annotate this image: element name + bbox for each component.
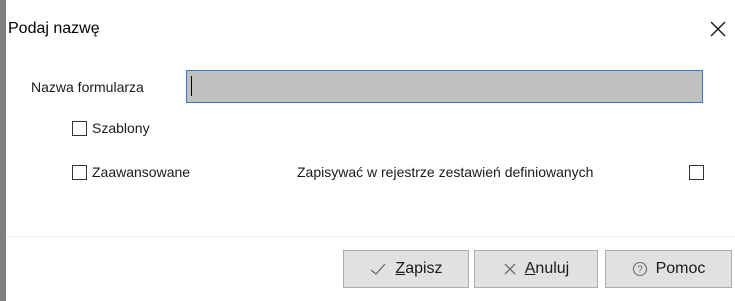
text-caret [191, 76, 192, 96]
registry-label[interactable]: Zapisywać w rejestrze zestawień definiow… [297, 164, 593, 180]
help-label: Pomoc [655, 260, 706, 277]
advanced-label[interactable]: Zaawansowane [92, 164, 190, 180]
x-icon [503, 262, 517, 276]
cancel-button[interactable]: Anuluj [474, 250, 598, 288]
svg-text:?: ? [637, 265, 643, 276]
cancel-mnemonic: A [524, 260, 536, 277]
registry-checkbox[interactable] [689, 165, 704, 180]
help-button[interactable]: ? Pomoc [605, 250, 732, 288]
templates-label[interactable]: Szablony [92, 120, 150, 136]
close-icon[interactable] [707, 18, 729, 40]
dialog-title: Podaj nazwę [8, 20, 100, 37]
templates-checkbox[interactable] [72, 121, 87, 136]
help-circle-icon: ? [632, 261, 648, 277]
save-button[interactable]: Zapisz [343, 250, 469, 288]
check-icon [369, 262, 387, 276]
save-mnemonic: Z [395, 260, 406, 277]
form-name-input[interactable] [186, 70, 703, 103]
save-label: apisz [405, 260, 443, 277]
footer-divider [6, 236, 735, 237]
window-left-border [0, 0, 6, 301]
advanced-checkbox[interactable] [72, 165, 87, 180]
cancel-label: nuluj [535, 260, 570, 277]
form-name-label: Nazwa formularza [31, 79, 144, 95]
